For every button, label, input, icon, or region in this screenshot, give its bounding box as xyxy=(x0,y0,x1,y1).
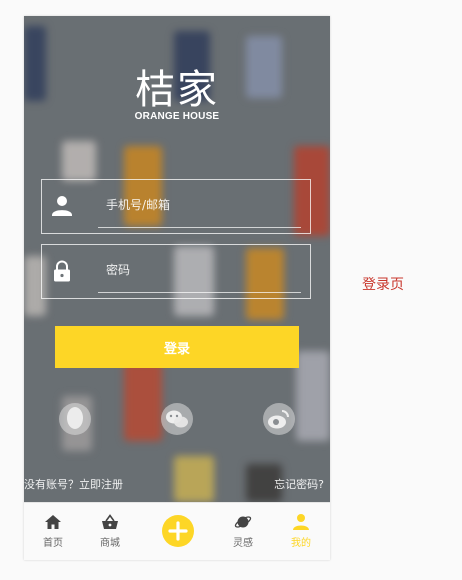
tab-shop[interactable]: 商城 xyxy=(84,503,136,560)
qq-icon[interactable] xyxy=(58,402,92,436)
brand-title: 桔家 xyxy=(135,67,219,113)
tab-mine[interactable]: 我的 xyxy=(275,503,327,560)
tab-inspiration-label: 灵感 xyxy=(233,538,253,549)
tab-home-label: 首页 xyxy=(43,538,63,549)
account-underline xyxy=(98,227,301,228)
tab-shop-label: 商城 xyxy=(100,538,120,549)
page-caption: 登录页 xyxy=(362,277,404,293)
brand-subtitle: ORANGE HOUSE xyxy=(134,111,220,122)
lock-icon xyxy=(54,260,70,282)
weibo-icon[interactable] xyxy=(262,402,296,436)
tab-inspiration[interactable]: 灵感 xyxy=(217,503,269,560)
wechat-icon[interactable] xyxy=(160,402,194,436)
tab-mine-label: 我的 xyxy=(291,538,311,549)
register-link[interactable]: 没有账号？立即注册 xyxy=(24,476,123,492)
password-underline xyxy=(98,292,301,293)
password-field xyxy=(41,244,312,299)
login-button[interactable]: 登录 xyxy=(55,326,299,368)
shopping-basket-icon xyxy=(102,514,118,529)
user-icon xyxy=(52,196,72,216)
brand-header: 桔家 ORANGE HOUSE xyxy=(24,66,330,122)
account-field xyxy=(41,179,312,234)
person-icon xyxy=(293,514,309,530)
home-icon xyxy=(45,515,61,529)
phone-screen: 桔家 ORANGE HOUSE 登录 xyxy=(24,16,330,560)
forgot-password-link[interactable]: 忘记密码? xyxy=(274,476,324,492)
plus-icon xyxy=(168,521,188,541)
account-input[interactable] xyxy=(98,192,312,218)
planet-icon xyxy=(234,516,252,528)
tab-bar: 首页 商城 灵感 我的 xyxy=(24,502,330,560)
password-input[interactable] xyxy=(98,257,312,283)
tab-home[interactable]: 首页 xyxy=(27,503,79,560)
add-button[interactable] xyxy=(162,515,194,547)
